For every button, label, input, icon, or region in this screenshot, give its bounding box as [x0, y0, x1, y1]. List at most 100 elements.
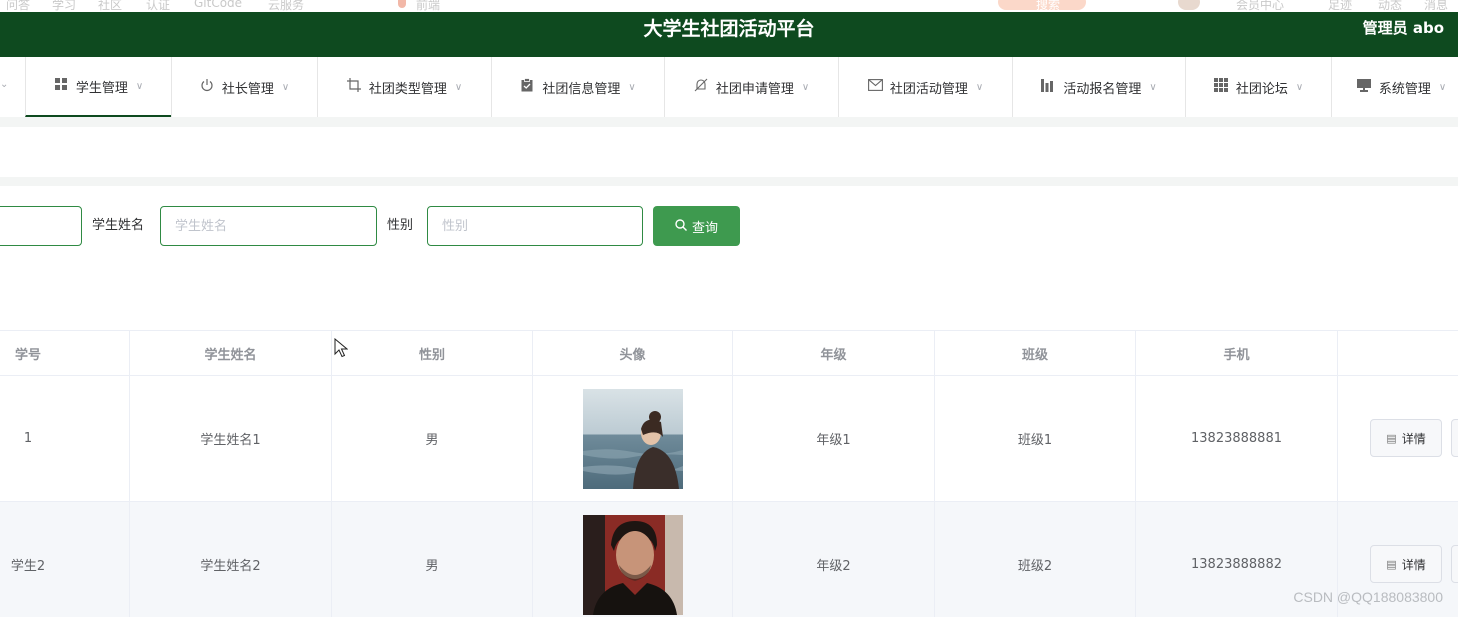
content-divider: [0, 177, 1458, 186]
strip-link[interactable]: 消息: [1424, 0, 1448, 12]
cell-avatar: [533, 376, 733, 501]
column-header-grade[interactable]: 年级: [733, 331, 935, 375]
strip-link[interactable]: 前端: [416, 0, 440, 12]
cell-student-name: 学生姓名1: [130, 376, 332, 501]
avatar-photo[interactable]: [582, 514, 683, 615]
nav-item-label: 系统管理: [1378, 81, 1431, 97]
chevron-down-icon: ∨: [801, 81, 810, 93]
edit-button[interactable]: [1451, 545, 1458, 583]
student-name-label: 学生姓名: [92, 218, 145, 233]
detail-button-label: 详情: [1401, 431, 1426, 446]
strip-link[interactable]: 会员中心: [1236, 0, 1284, 12]
nav-item-label: 社团申请管理: [715, 81, 794, 97]
nav-item-label: 社团论坛: [1235, 81, 1288, 97]
table-row: 学生2 学生姓名2 男 年级2 班级2 13823888882 ▤ 详情: [0, 502, 1458, 617]
cell-class: 班级1: [935, 376, 1136, 501]
content-divider: [0, 117, 1458, 127]
detail-button-label: 详情: [1401, 557, 1426, 572]
student-table: 学号 学生姓名 性别 头像 年级 班级 手机 1 学生姓名1 男 年级1 班级1…: [0, 330, 1458, 617]
nav-item-club-info[interactable]: 社团信息管理 ∨: [491, 57, 664, 117]
column-header-id[interactable]: 学号: [0, 331, 130, 375]
chevron-down-icon: ∨: [975, 81, 984, 93]
nav-item-label: 社团活动管理: [889, 81, 968, 97]
gender-label: 性别: [387, 218, 414, 233]
cell-gender: 男: [332, 376, 533, 501]
cell-grade: 年级2: [733, 502, 935, 617]
strip-search-label: 搜索: [1036, 0, 1061, 12]
nav-item-club-type[interactable]: 社团类型管理 ∨: [317, 57, 491, 117]
detail-button[interactable]: ▤ 详情: [1370, 419, 1442, 457]
cell-grade: 年级1: [733, 376, 935, 501]
search-button[interactable]: 查询: [653, 206, 740, 246]
app-root: 问答 学习 社区 认证 GitCode 云服务 前端 搜索 会员中心 足迹 动态…: [0, 0, 1458, 617]
nav-item-activity-signup[interactable]: 活动报名管理 ∨: [1012, 57, 1185, 117]
nav-item-club-forum[interactable]: 社团论坛 ∨: [1185, 57, 1331, 117]
strip-link[interactable]: 足迹: [1328, 0, 1352, 12]
app-header: 大学生社团活动平台 管理员 abo: [0, 12, 1458, 57]
cell-student-id: 1: [0, 376, 130, 501]
document-icon: ▤: [1386, 557, 1397, 571]
table-row: 1 学生姓名1 男 年级1 班级1 13823888881 ▤ 详情: [0, 376, 1458, 502]
monitor-icon: [1356, 78, 1371, 96]
column-header-avatar[interactable]: 头像: [533, 331, 733, 375]
chevron-down-icon: ∨: [1149, 81, 1157, 93]
strip-link[interactable]: 认证: [146, 0, 170, 12]
cell-class: 班级2: [935, 502, 1136, 617]
table-header-row: 学号 学生姓名 性别 头像 年级 班级 手机: [0, 331, 1458, 376]
nav-item-club-application[interactable]: 社团申请管理 ∨: [664, 57, 838, 117]
column-header-class[interactable]: 班级: [935, 331, 1136, 375]
strip-link[interactable]: 学习: [52, 0, 76, 12]
search-icon: [675, 218, 687, 234]
edit-button[interactable]: [1451, 419, 1458, 457]
strip-link[interactable]: 云服务: [268, 0, 304, 12]
watermark: CSDN @QQ188083800: [1293, 589, 1443, 605]
chevron-down-icon: ∨: [281, 81, 290, 93]
page-title: 大学生社团活动平台: [643, 18, 815, 40]
strip-link[interactable]: 问答: [6, 0, 30, 12]
bell-off-icon: [694, 78, 708, 96]
main-nav: ⌄ 学生管理 ∨ 社长管理 ∨ 社团类型管理 ∨ 社团信息管理 ∨ 社团申请管理…: [0, 57, 1458, 117]
nav-item-club-activity[interactable]: 社团活动管理 ∨: [838, 57, 1012, 117]
strip-link[interactable]: 动态: [1378, 0, 1402, 12]
chevron-down-icon[interactable]: ⌄: [0, 79, 8, 90]
column-header-name[interactable]: 学生姓名: [130, 331, 332, 375]
menu-grid-icon: [1213, 78, 1228, 96]
chevron-down-icon: ∨: [135, 80, 144, 92]
cell-avatar: [533, 502, 733, 617]
avatar-photo[interactable]: [582, 388, 683, 489]
column-header-gender[interactable]: 性别: [332, 331, 533, 375]
mouse-cursor-icon: [334, 338, 348, 358]
nav-item-president[interactable]: 社长管理 ∨: [171, 57, 317, 117]
chevron-down-icon: ∨: [454, 81, 463, 93]
nav-item-label: 社团类型管理: [368, 81, 447, 97]
column-header-phone[interactable]: 手机: [1136, 331, 1338, 375]
crop-icon: [346, 78, 361, 96]
gender-input[interactable]: [427, 206, 643, 246]
document-icon: ▤: [1386, 431, 1397, 445]
power-icon: [200, 78, 214, 96]
strip-link[interactable]: 社区: [98, 0, 122, 12]
cell-student-name: 学生姓名2: [130, 502, 332, 617]
nav-item-student[interactable]: 学生管理 ∨: [25, 57, 171, 117]
admin-user-label[interactable]: 管理员 abo: [1363, 12, 1444, 44]
cell-gender: 男: [332, 502, 533, 617]
student-name-input[interactable]: [160, 206, 377, 246]
nav-item-label: 社团信息管理: [542, 81, 621, 97]
chevron-down-icon: ∨: [1438, 81, 1447, 93]
chevron-down-icon: ∨: [1295, 81, 1304, 93]
grid-icon: [54, 78, 68, 94]
clipboard-check-icon: [520, 78, 534, 96]
cell-phone: 13823888881: [1136, 376, 1338, 501]
mail-icon: [867, 79, 883, 95]
strip-avatar[interactable]: [1178, 0, 1200, 10]
student-id-input[interactable]: [0, 206, 82, 246]
chevron-down-icon: ∨: [628, 81, 636, 93]
cell-student-id: 学生2: [0, 502, 130, 617]
browser-top-strip: 问答 学习 社区 认证 GitCode 云服务 前端 搜索 会员中心 足迹 动态…: [0, 0, 1458, 12]
detail-button[interactable]: ▤ 详情: [1370, 545, 1442, 583]
strip-link[interactable]: GitCode: [194, 0, 242, 10]
fire-icon: [398, 0, 406, 8]
nav-item-label: 学生管理: [75, 80, 128, 96]
bar-chart-icon: [1041, 78, 1055, 96]
nav-item-system[interactable]: 系统管理 ∨: [1331, 57, 1458, 117]
